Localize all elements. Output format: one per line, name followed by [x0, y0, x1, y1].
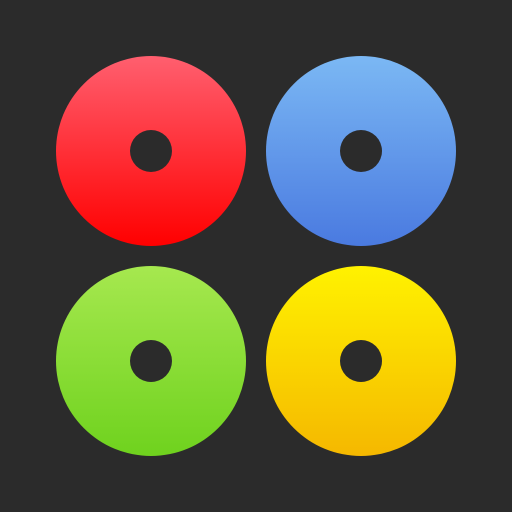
- red-disc-icon: [56, 56, 246, 246]
- blue-disc-icon: [266, 56, 456, 246]
- disc-hole: [340, 130, 382, 172]
- disc-hole: [130, 340, 172, 382]
- disc-hole: [130, 130, 172, 172]
- disc-hole: [340, 340, 382, 382]
- app-icon-canvas: [0, 0, 512, 512]
- yellow-disc-icon: [266, 266, 456, 456]
- green-disc-icon: [56, 266, 246, 456]
